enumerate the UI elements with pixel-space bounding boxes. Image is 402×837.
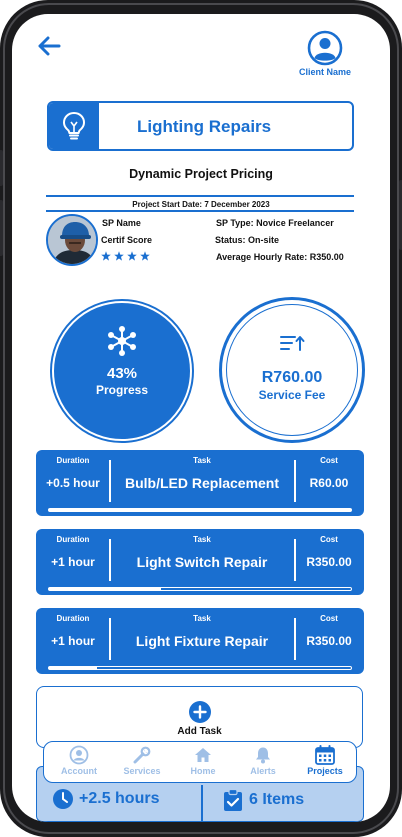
task-duration: +0.5 hour xyxy=(46,476,100,490)
total-hours-value: +2.5 hours xyxy=(79,790,160,807)
task-header: Task xyxy=(193,535,211,544)
task-name: Light Fixture Repair xyxy=(135,633,269,649)
cost-header: Cost xyxy=(320,535,338,544)
task-duration: +1 hour xyxy=(51,555,95,569)
task-progress-fill xyxy=(49,667,98,669)
task-duration: +1 hour xyxy=(51,634,95,648)
summary-divider xyxy=(201,785,203,821)
sp-hourly-rate: Average Hourly Rate: R350.00 xyxy=(216,252,344,262)
home-icon xyxy=(195,748,211,762)
service-fee-value: R760.00 xyxy=(261,369,323,386)
account-icon xyxy=(69,745,89,765)
service-icon-box xyxy=(49,103,99,149)
nav-label: Projects xyxy=(307,766,343,776)
sp-type: SP Type: Novice Freelancer xyxy=(216,218,334,228)
add-task-button[interactable]: Add Task xyxy=(36,686,363,748)
task-progress-fill xyxy=(49,509,351,511)
clock-icon xyxy=(53,789,73,809)
nav-item-alerts[interactable]: Alerts xyxy=(234,745,292,776)
service-title: Lighting Repairs xyxy=(137,117,272,136)
bottom-nav: Account Services Home Alerts Projects xyxy=(43,741,357,783)
star-icon xyxy=(140,251,150,261)
total-hours: +2.5 hours xyxy=(53,789,159,809)
project-start-date: Project Start Date: 7 December 2023 xyxy=(132,200,270,209)
star-icon xyxy=(114,251,124,261)
task-header: Task xyxy=(193,456,211,465)
progress-circle: 43% Progress xyxy=(52,301,192,441)
wrench-icon xyxy=(133,746,151,764)
task-cost: R350.00 xyxy=(306,555,352,569)
task-card[interactable]: Duration Task Cost +1 hour Light Fixture Rep… xyxy=(36,608,364,674)
nav-label: Services xyxy=(123,766,161,776)
total-items: 6 Items xyxy=(223,789,304,811)
progress-value: 43% xyxy=(106,365,138,382)
sp-avatar xyxy=(46,214,98,266)
task-card[interactable]: Duration Task Cost +1 hour Light Switch Repa… xyxy=(36,529,364,595)
service-header: Lighting Repairs xyxy=(47,101,354,151)
task-cost: R60.00 xyxy=(309,476,349,490)
service-fee-circle: R760.00 Service Fee xyxy=(219,297,365,443)
task-progress-bar xyxy=(48,508,352,512)
add-task-label: Add Task xyxy=(177,726,222,737)
bell-icon xyxy=(256,747,270,764)
service-fee-label: Service Fee xyxy=(258,388,326,402)
nav-item-projects[interactable]: Projects xyxy=(296,745,354,776)
user-icon xyxy=(307,30,343,66)
task-header: Task xyxy=(193,614,211,623)
task-name: Light Switch Repair xyxy=(136,554,268,570)
nav-item-services[interactable]: Services xyxy=(113,745,171,776)
duration-header: Duration xyxy=(56,535,90,544)
duration-header: Duration xyxy=(56,614,90,623)
total-items-value: 6 Items xyxy=(249,791,305,808)
lightbulb-icon xyxy=(62,111,86,140)
clipboard-icon xyxy=(224,789,242,811)
nav-label: Alerts xyxy=(250,766,276,776)
nav-item-account[interactable]: Account xyxy=(50,745,108,776)
sp-status: Status: On-site xyxy=(215,235,280,245)
duration-header: Duration xyxy=(56,456,90,465)
pricing-title: Dynamic Project Pricing xyxy=(129,167,273,181)
nav-item-home[interactable]: Home xyxy=(174,745,232,776)
divider xyxy=(46,195,354,197)
cost-header: Cost xyxy=(320,456,338,465)
task-cost: R350.00 xyxy=(306,634,352,648)
sp-certif-score: Certif Score xyxy=(101,235,153,245)
client-profile[interactable]: Client Name xyxy=(294,30,356,77)
nav-label: Account xyxy=(61,766,97,776)
sort-icon xyxy=(280,336,305,351)
progress-label: Progress xyxy=(95,383,149,397)
plus-circle-icon xyxy=(189,701,211,723)
app-screen: Client Name Lighting Repairs Dynamic Pro… xyxy=(12,14,390,822)
task-progress-bar xyxy=(48,587,352,591)
side-button xyxy=(0,200,3,256)
side-button xyxy=(0,150,3,186)
nav-label: Home xyxy=(190,766,216,776)
star-icon xyxy=(101,251,111,261)
sp-name: SP Name xyxy=(102,218,141,228)
divider xyxy=(46,210,354,212)
phone-frame: Client Name Lighting Repairs Dynamic Pro… xyxy=(0,0,402,837)
client-name: Client Name xyxy=(298,67,351,77)
star-icon xyxy=(127,251,137,261)
worker-photo xyxy=(48,216,96,264)
task-progress-fill xyxy=(49,588,161,590)
rating-stars xyxy=(101,251,150,261)
task-name: Bulb/LED Replacement xyxy=(124,475,280,491)
molecule-icon xyxy=(108,326,136,356)
back-arrow-icon[interactable] xyxy=(37,36,61,56)
task-progress-bar xyxy=(48,666,352,670)
cost-header: Cost xyxy=(320,614,338,623)
task-card[interactable]: Duration Task Cost +0.5 hour Bulb/LED Replac… xyxy=(36,450,364,516)
calendar-icon xyxy=(315,745,335,765)
